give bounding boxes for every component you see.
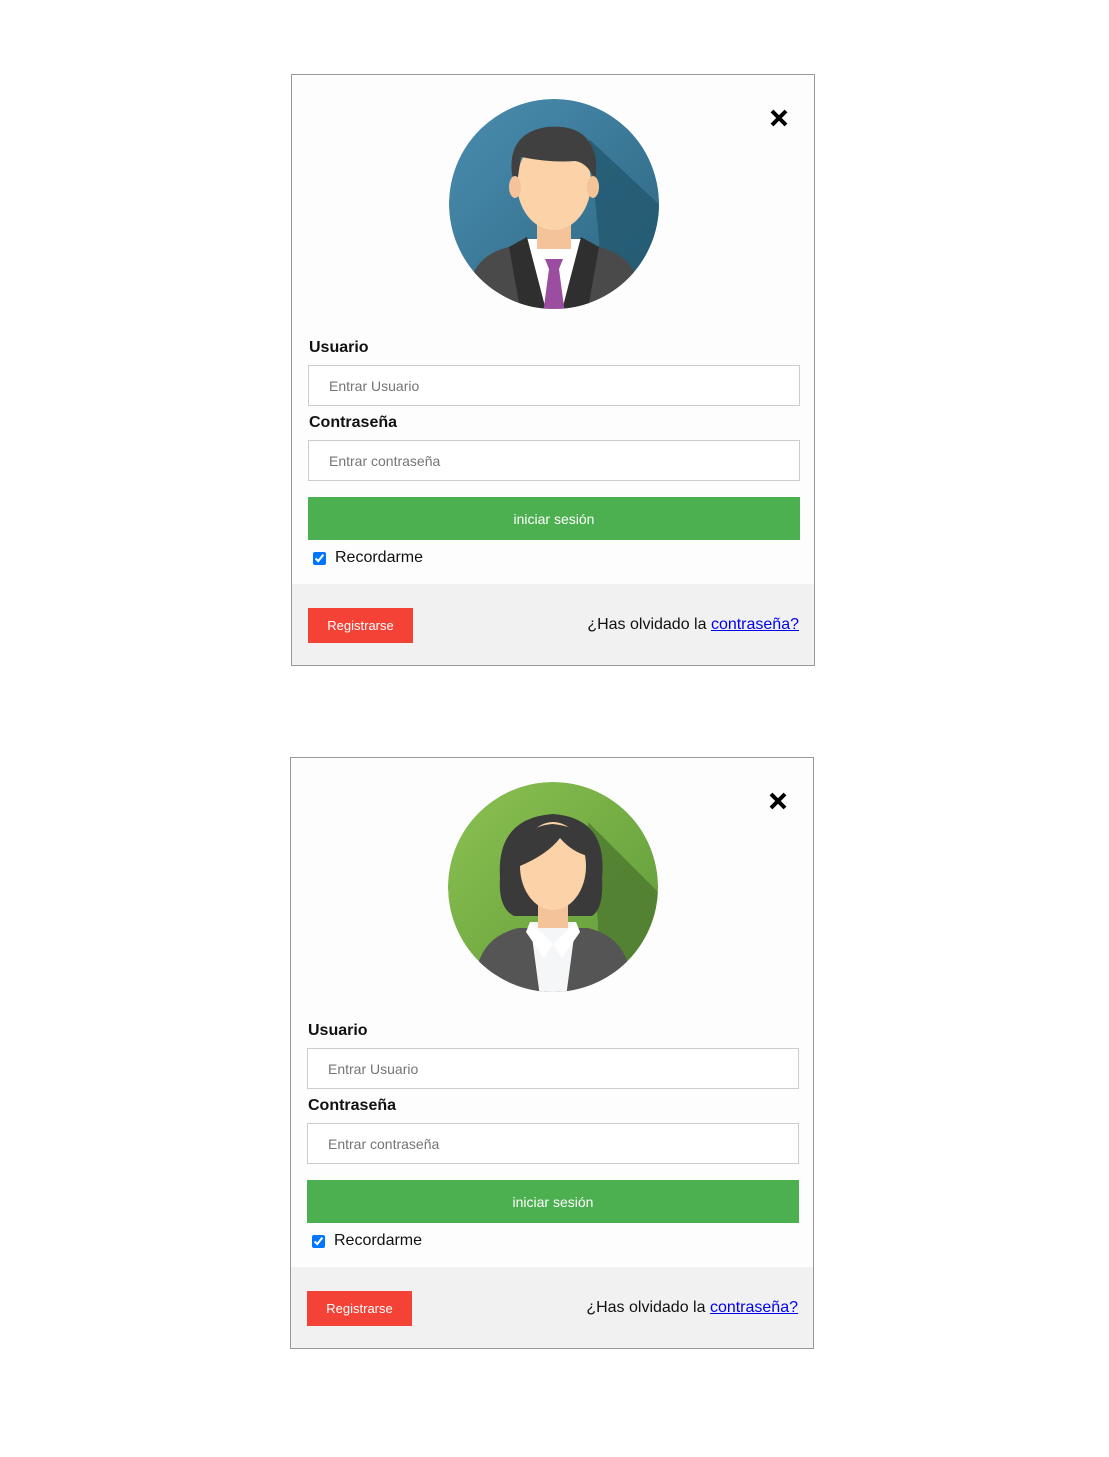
username-label: Usuario	[309, 339, 369, 356]
password-input[interactable]	[308, 440, 800, 481]
remember-checkbox[interactable]	[312, 1234, 325, 1248]
login-card: Usuario Contraseña iniciar sesión Record…	[291, 74, 815, 666]
remember-label: Recordarme	[334, 1232, 423, 1249]
password-input[interactable]	[307, 1123, 799, 1164]
register-button[interactable]: Registrarse	[307, 1291, 412, 1326]
forgot-password-text: ¿Has olvidado la contraseña?	[586, 1299, 798, 1317]
close-icon[interactable]	[768, 107, 790, 129]
remember-me: Recordarme	[311, 549, 423, 567]
forgot-password-prefix: ¿Has olvidado la	[586, 1299, 710, 1316]
male-avatar-icon	[449, 99, 659, 309]
forgot-password-text: ¿Has olvidado la contraseña?	[587, 616, 799, 634]
card-footer: Registrarse ¿Has olvidado la contraseña?	[292, 584, 814, 665]
username-input[interactable]	[307, 1048, 799, 1089]
female-avatar-icon	[448, 782, 658, 992]
close-icon[interactable]	[767, 790, 789, 812]
remember-checkbox[interactable]	[313, 551, 326, 565]
forgot-password-prefix: ¿Has olvidado la	[587, 616, 711, 633]
remember-me: Recordarme	[310, 1232, 422, 1250]
forgot-password-link[interactable]: contraseña?	[711, 616, 799, 633]
username-input[interactable]	[308, 365, 800, 406]
remember-label: Recordarme	[335, 549, 424, 566]
login-button[interactable]: iniciar sesión	[307, 1180, 799, 1223]
forgot-password-link[interactable]: contraseña?	[710, 1299, 798, 1316]
card-footer: Registrarse ¿Has olvidado la contraseña?	[291, 1267, 813, 1348]
login-button[interactable]: iniciar sesión	[308, 497, 800, 540]
username-label: Usuario	[308, 1022, 368, 1039]
register-button[interactable]: Registrarse	[308, 608, 413, 643]
login-card: Usuario Contraseña iniciar sesión Record…	[290, 757, 814, 1349]
password-label: Contraseña	[308, 1097, 397, 1114]
password-label: Contraseña	[309, 414, 398, 431]
